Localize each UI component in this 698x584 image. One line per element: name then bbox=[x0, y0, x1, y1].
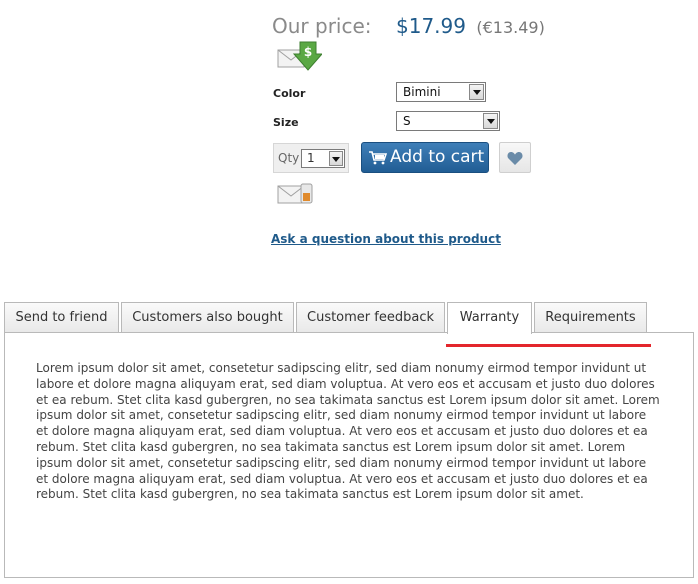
price-primary: $17.99 bbox=[396, 14, 466, 38]
price-label: Our price: bbox=[272, 14, 372, 38]
add-to-cart-button[interactable]: Add to cart bbox=[361, 142, 489, 173]
tab-customer-feedback[interactable]: Customer feedback bbox=[296, 302, 445, 332]
quantity-box: Qty 1 bbox=[273, 143, 349, 173]
color-select-value: Bimini bbox=[403, 85, 441, 99]
tab-send-to-friend[interactable]: Send to friend bbox=[4, 302, 119, 332]
tab-customers-also-bought[interactable]: Customers also bought bbox=[121, 302, 294, 332]
cart-icon bbox=[369, 151, 387, 165]
size-label: Size bbox=[273, 116, 299, 129]
color-label: Color bbox=[273, 87, 306, 100]
wishlist-button[interactable] bbox=[499, 142, 531, 173]
quantity-value: 1 bbox=[307, 151, 315, 165]
qty-label: Qty bbox=[278, 151, 300, 165]
chevron-down-icon bbox=[469, 84, 484, 100]
size-select[interactable]: S bbox=[396, 111, 500, 131]
envelope-bottle-icon[interactable] bbox=[276, 178, 322, 210]
heart-icon bbox=[507, 152, 523, 165]
active-tab-underline bbox=[446, 344, 651, 347]
warranty-text: Lorem ipsum dolor sit amet, consetetur s… bbox=[36, 361, 660, 502]
add-to-cart-label: Add to cart bbox=[390, 147, 485, 167]
svg-text:$: $ bbox=[304, 45, 312, 59]
color-select[interactable]: Bimini bbox=[396, 82, 486, 102]
envelope-dollar-icon[interactable]: $ bbox=[276, 40, 322, 72]
tab-requirements[interactable]: Requirements bbox=[534, 302, 647, 332]
price-alternate-currency: (€13.49) bbox=[476, 18, 545, 37]
chevron-down-icon bbox=[483, 113, 498, 129]
tab-warranty[interactable]: Warranty bbox=[447, 302, 532, 334]
quantity-select[interactable]: 1 bbox=[301, 149, 345, 168]
ask-question-link[interactable]: Ask a question about this product bbox=[271, 232, 501, 246]
price-value: $17.99 (€13.49) bbox=[396, 14, 545, 38]
chevron-down-icon bbox=[329, 151, 343, 166]
size-select-value: S bbox=[403, 114, 411, 128]
